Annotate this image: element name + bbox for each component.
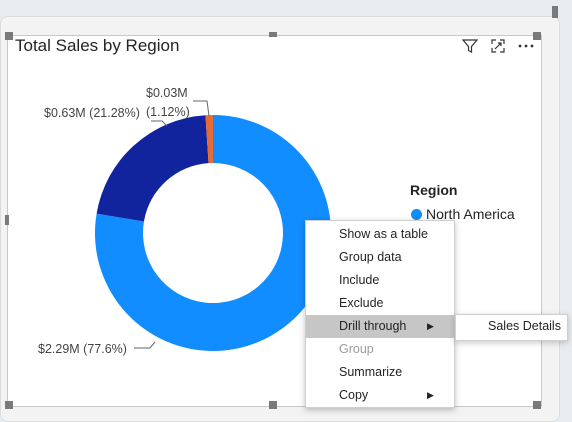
leader-line-left xyxy=(151,120,168,127)
data-label-left: $0.63M (21.28%) xyxy=(44,106,140,120)
slice-navy[interactable] xyxy=(96,115,209,222)
menu-item-group-data[interactable]: Group data xyxy=(306,246,454,269)
menu-item-include[interactable]: Include xyxy=(306,269,454,292)
menu-item-summarize[interactable]: Summarize xyxy=(306,361,454,384)
menu-item-show-as-table[interactable]: Show as a table xyxy=(306,223,454,246)
data-label-bottom: $2.29M (77.6%) xyxy=(38,342,127,356)
menu-item-group[interactable]: Group xyxy=(306,338,454,361)
submenu-arrow-icon: ▶ xyxy=(427,321,434,331)
menu-item-copy[interactable]: Copy ▶ xyxy=(306,384,454,407)
submenu-arrow-icon: ▶ xyxy=(427,390,434,400)
data-label-top-pct: (1.12%) xyxy=(146,105,190,119)
context-menu: Show as a table Group data Include Exclu… xyxy=(305,220,455,408)
legend-dot xyxy=(411,208,422,220)
menu-item-drill-through[interactable]: Drill through ▶ xyxy=(306,315,454,338)
legend-title: Region xyxy=(410,182,458,198)
submenu-item-sales-details[interactable]: Sales Details xyxy=(488,319,561,333)
leader-line-top xyxy=(193,100,210,117)
data-label-top: $0.03M xyxy=(146,86,188,100)
drill-through-submenu: Sales Details xyxy=(455,314,568,341)
leader-line-bottom xyxy=(134,341,156,349)
menu-item-exclude[interactable]: Exclude xyxy=(306,292,454,315)
